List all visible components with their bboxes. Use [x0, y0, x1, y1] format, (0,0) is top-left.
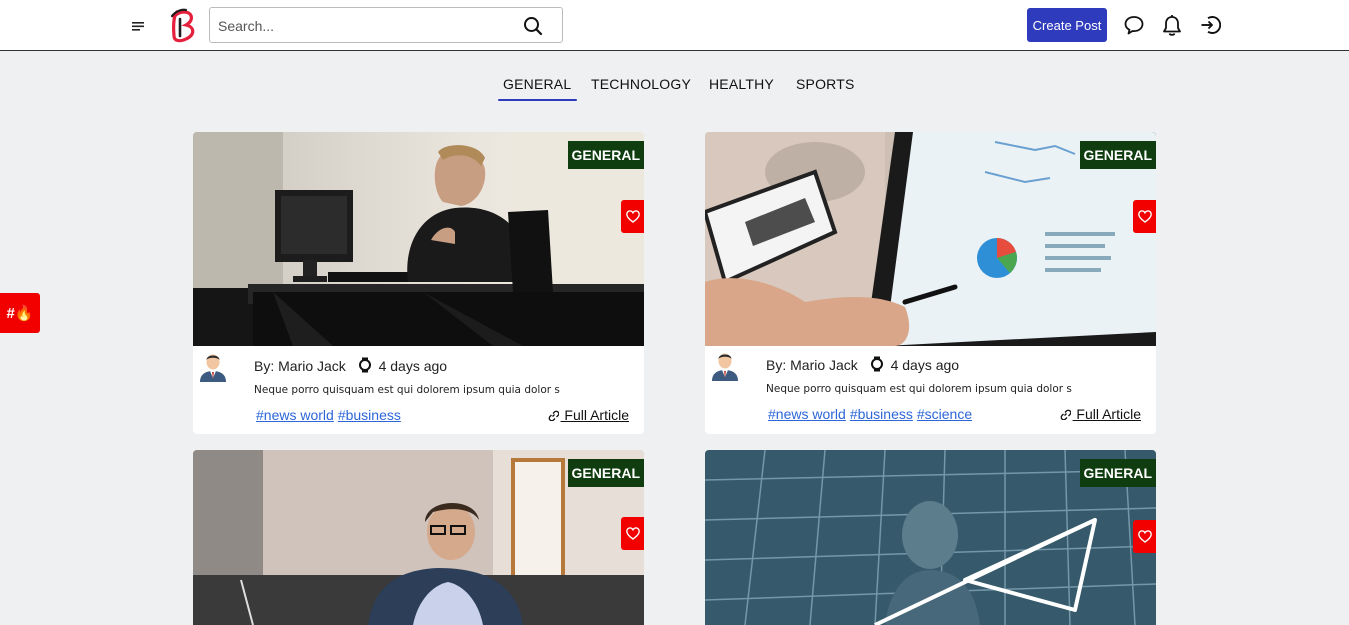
- search-box: [209, 7, 563, 43]
- heart-icon[interactable]: [1133, 520, 1156, 553]
- post-time: 4 days ago: [378, 358, 448, 374]
- tab-general[interactable]: GENERAL: [497, 76, 578, 101]
- post-card: GENERAL By: Mario Jack 4 days ago Neque …: [193, 132, 644, 434]
- post-image-market-graph[interactable]: GENERAL: [705, 450, 1156, 625]
- post-image-laptop-man[interactable]: GENERAL: [193, 450, 644, 625]
- avatar: [198, 350, 228, 382]
- tag-link[interactable]: #science: [917, 406, 972, 422]
- full-article-link[interactable]: Full Article: [548, 407, 629, 424]
- post-card: GENERAL: [705, 450, 1156, 625]
- category-badge[interactable]: GENERAL: [567, 141, 644, 169]
- tab-healthy[interactable]: HEALTHY: [709, 76, 774, 92]
- tag-link[interactable]: #news world: [256, 407, 334, 423]
- post-time: 4 days ago: [890, 357, 960, 373]
- menu-icon[interactable]: [129, 17, 147, 35]
- top-navbar: Create Post: [0, 0, 1349, 51]
- trending-button[interactable]: #🔥: [0, 293, 40, 333]
- category-tabs: GENERAL TECHNOLOGY HEALTHY SPORTS: [0, 51, 1349, 111]
- watch-icon: [870, 356, 884, 375]
- post-image-analytics-tablet[interactable]: GENERAL: [705, 132, 1156, 346]
- brand-logo[interactable]: [168, 6, 200, 44]
- create-post-button[interactable]: Create Post: [1027, 8, 1107, 42]
- post-meta: By: Mario Jack 4 days ago: [254, 357, 447, 376]
- search-input[interactable]: [218, 16, 508, 36]
- heart-icon[interactable]: [621, 200, 644, 233]
- bell-icon[interactable]: [1161, 14, 1183, 36]
- search-icon[interactable]: [522, 15, 544, 37]
- post-card: GENERAL By: Mario Jack 4 days ago Neque …: [705, 132, 1156, 434]
- post-meta: By: Mario Jack 4 days ago: [766, 356, 959, 375]
- heart-icon[interactable]: [621, 517, 644, 550]
- category-badge[interactable]: GENERAL: [567, 459, 644, 487]
- link-icon: [548, 408, 559, 424]
- post-image-office-man[interactable]: GENERAL: [193, 132, 644, 346]
- author-name[interactable]: By: Mario Jack: [766, 357, 858, 373]
- category-badge[interactable]: GENERAL: [1079, 459, 1156, 487]
- post-tags: #news world #business #science: [768, 406, 976, 422]
- avatar: [710, 349, 740, 381]
- tag-link[interactable]: #news world: [768, 406, 846, 422]
- post-tags: #news world #business: [256, 407, 405, 423]
- author-name[interactable]: By: Mario Jack: [254, 358, 346, 374]
- tab-sports[interactable]: SPORTS: [796, 76, 855, 92]
- tag-link[interactable]: #business: [850, 406, 913, 422]
- post-card: GENERAL: [193, 450, 644, 625]
- post-excerpt: Neque porro quisquam est qui dolorem ips…: [254, 384, 560, 396]
- chat-bubble-icon[interactable]: [1123, 14, 1145, 36]
- post-excerpt: Neque porro quisquam est qui dolorem ips…: [766, 383, 1072, 395]
- tag-link[interactable]: #business: [338, 407, 401, 423]
- tab-technology[interactable]: TECHNOLOGY: [591, 76, 691, 92]
- heart-icon[interactable]: [1133, 200, 1156, 233]
- watch-icon: [358, 357, 372, 376]
- login-icon[interactable]: [1199, 14, 1222, 36]
- full-article-link[interactable]: Full Article: [1060, 406, 1141, 423]
- category-badge[interactable]: GENERAL: [1079, 141, 1156, 169]
- link-icon: [1060, 407, 1071, 423]
